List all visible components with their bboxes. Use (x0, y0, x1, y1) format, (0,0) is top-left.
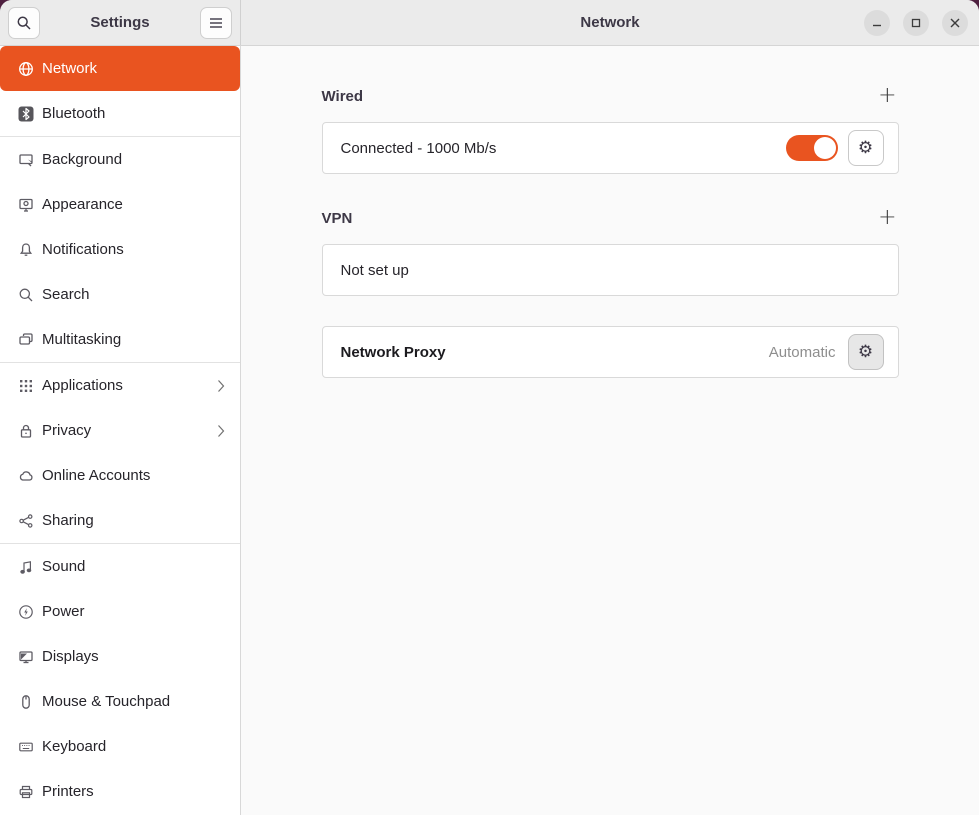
add-wired-connection-button[interactable]: + (876, 88, 898, 104)
vpn-card: Not set up (322, 244, 899, 296)
proxy-card: Network Proxy Automatic ⚙ (322, 326, 899, 378)
display-icon (18, 649, 34, 665)
sidebar-item-notifications[interactable]: Notifications (0, 227, 240, 272)
monitor-icon (18, 152, 34, 168)
wired-card: Connected - 1000 Mb/s ⚙ (322, 122, 899, 174)
sidebar-item-label: Search (42, 286, 226, 303)
share-icon (18, 513, 34, 529)
sidebar-item-appearance[interactable]: Appearance (0, 182, 240, 227)
vpn-section-header: VPN + (322, 210, 899, 226)
search-icon (16, 15, 32, 31)
wired-status-label: Connected - 1000 Mb/s (341, 140, 786, 157)
sidebar-item-online-accounts[interactable]: Online Accounts (0, 453, 240, 498)
hamburger-icon (209, 17, 223, 29)
lock-icon (18, 423, 34, 439)
wired-connection-row[interactable]: Connected - 1000 Mb/s ⚙ (323, 123, 898, 173)
main-area: Network Bluetooth Backgroun (0, 46, 979, 815)
sidebar-item-privacy[interactable]: Privacy (0, 408, 240, 453)
vpn-status-label: Not set up (341, 262, 884, 279)
network-proxy-row[interactable]: Network Proxy Automatic ⚙ (323, 327, 898, 377)
search-button[interactable] (8, 7, 40, 39)
maximize-icon (911, 18, 921, 28)
sidebar-item-sound[interactable]: Sound (0, 544, 240, 589)
sidebar-item-label: Multitasking (42, 331, 226, 348)
printer-icon (18, 784, 34, 800)
chevron-right-icon (216, 424, 226, 438)
bluetooth-icon (18, 106, 34, 122)
network-proxy-label: Network Proxy (341, 344, 769, 361)
sidebar-item-label: Displays (42, 648, 226, 665)
sidebar-item-label: Mouse & Touchpad (42, 693, 226, 710)
sidebar-item-label: Keyboard (42, 738, 226, 755)
bell-icon (18, 242, 34, 258)
sidebar-item-label: Network (42, 60, 226, 77)
wired-heading: Wired (322, 88, 364, 105)
sidebar-item-sharing[interactable]: Sharing (0, 498, 240, 543)
appearance-icon (18, 197, 34, 213)
vpn-heading: VPN (322, 210, 353, 227)
minimize-button[interactable] (864, 10, 890, 36)
sidebar-header: Settings (0, 0, 241, 45)
sidebar-item-label: Power (42, 603, 226, 620)
wired-settings-button[interactable]: ⚙ (848, 130, 884, 166)
app-title: Settings (90, 14, 149, 31)
settings-window: Settings Network (0, 0, 979, 815)
sidebar-item-label: Sharing (42, 512, 226, 529)
toggle-knob (814, 137, 836, 159)
wired-section-header: Wired + (322, 88, 899, 104)
mouse-icon (18, 694, 34, 710)
network-panel: Wired + Connected - 1000 Mb/s ⚙ (241, 46, 979, 815)
window-controls (864, 0, 968, 45)
chevron-right-icon (216, 379, 226, 393)
keyboard-icon (18, 739, 34, 755)
sidebar-item-label: Notifications (42, 241, 226, 258)
proxy-settings-button[interactable]: ⚙ (848, 334, 884, 370)
vpn-status-row: Not set up (323, 245, 898, 295)
sidebar-item-label: Privacy (42, 422, 216, 439)
minimize-icon (872, 18, 882, 28)
close-icon (950, 18, 960, 28)
cloud-icon (18, 468, 34, 484)
sidebar-item-label: Online Accounts (42, 467, 226, 484)
sidebar-item-label: Bluetooth (42, 105, 226, 122)
globe-icon (18, 61, 34, 77)
sidebar-item-background[interactable]: Background (0, 137, 240, 182)
power-icon (18, 604, 34, 620)
proxy-mode-value: Automatic (769, 344, 836, 361)
content-header: Network (241, 0, 979, 45)
search-icon (18, 287, 34, 303)
windows-icon (18, 332, 34, 348)
gear-icon: ⚙ (858, 342, 873, 362)
sidebar-item-bluetooth[interactable]: Bluetooth (0, 91, 240, 136)
sidebar-item-search[interactable]: Search (0, 272, 240, 317)
sidebar-item-power[interactable]: Power (0, 589, 240, 634)
sidebar-item-label: Applications (42, 377, 216, 394)
sidebar-item-label: Background (42, 151, 226, 168)
add-vpn-button[interactable]: + (876, 210, 898, 226)
sidebar-item-label: Sound (42, 558, 226, 575)
music-note-icon (18, 559, 34, 575)
sidebar-item-displays[interactable]: Displays (0, 634, 240, 679)
sidebar-item-network[interactable]: Network (0, 46, 240, 91)
gear-icon: ⚙ (858, 138, 873, 158)
sidebar-item-printers[interactable]: Printers (0, 769, 240, 814)
app-grid-icon (18, 378, 34, 394)
sidebar-item-applications[interactable]: Applications (0, 363, 240, 408)
sidebar-item-label: Appearance (42, 196, 226, 213)
titlebar: Settings Network (0, 0, 979, 46)
sidebar-item-multitasking[interactable]: Multitasking (0, 317, 240, 362)
maximize-button[interactable] (903, 10, 929, 36)
sidebar-item-mouse-touchpad[interactable]: Mouse & Touchpad (0, 679, 240, 724)
close-button[interactable] (942, 10, 968, 36)
sidebar-item-keyboard[interactable]: Keyboard (0, 724, 240, 769)
wired-toggle[interactable] (786, 135, 838, 161)
sidebar: Network Bluetooth Backgroun (0, 46, 241, 815)
menu-button[interactable] (200, 7, 232, 39)
sidebar-item-label: Printers (42, 783, 226, 800)
